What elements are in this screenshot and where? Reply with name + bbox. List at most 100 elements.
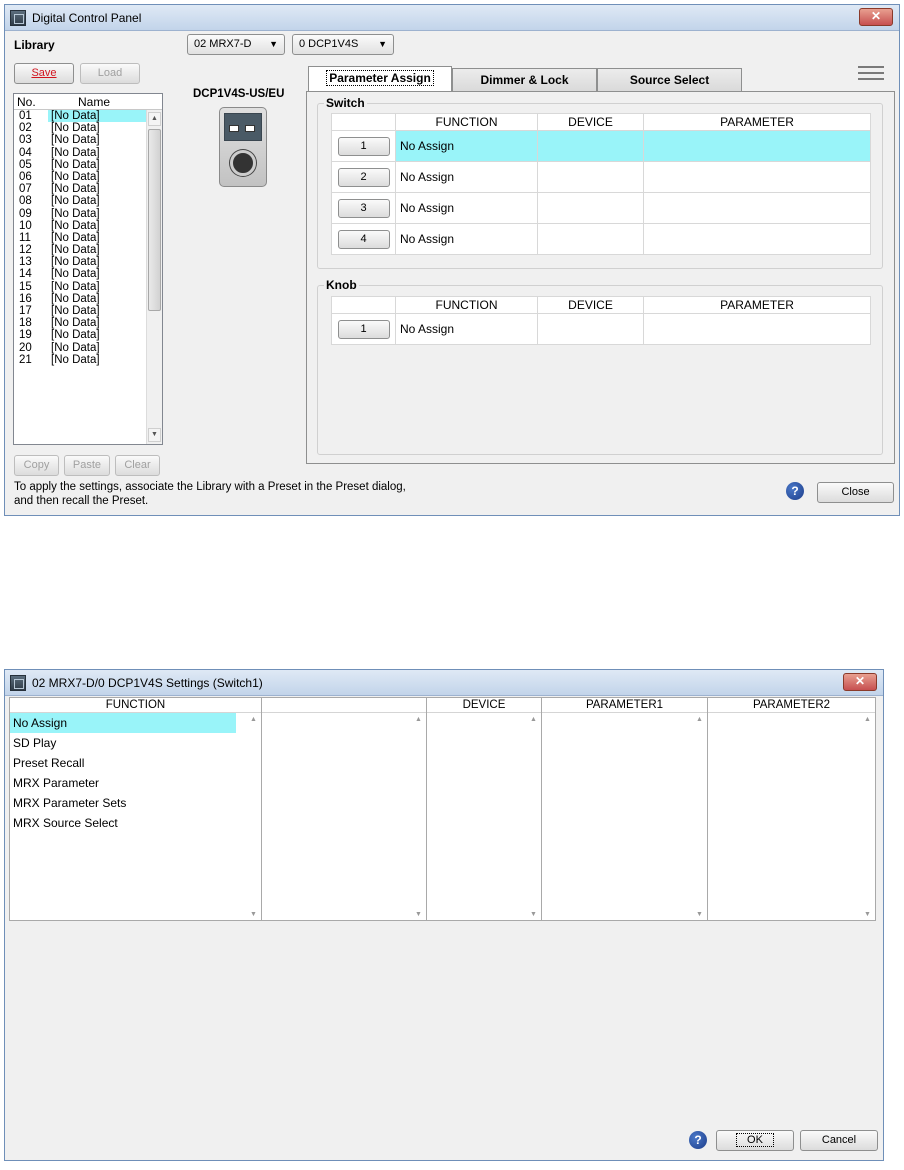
help-icon[interactable]: ? <box>786 482 804 500</box>
list-item[interactable]: 14 [No Data] <box>14 268 162 280</box>
close-button[interactable]: Close <box>817 482 894 503</box>
clear-button[interactable]: Clear <box>115 455 160 476</box>
parameter-cell[interactable] <box>643 192 871 224</box>
list-item[interactable]: MRX Source Select <box>10 813 261 833</box>
tab-parameter-assign[interactable]: Parameter Assign <box>308 66 452 92</box>
load-button[interactable]: Load <box>80 63 140 84</box>
list-item[interactable]: 07 [No Data] <box>14 183 162 195</box>
parameter2-column[interactable]: PARAMETER2 ▲ ▼ <box>707 697 876 921</box>
library-rows: 01 [No Data] 02 [No Data] 03 [No Data] 04 [No D… <box>14 110 162 366</box>
table-row[interactable]: 1 No Assign <box>331 313 871 345</box>
list-item[interactable]: MRX Parameter <box>10 773 261 793</box>
switch-button[interactable]: 3 <box>337 198 390 218</box>
scroll-up-icon[interactable]: ▲ <box>148 112 161 126</box>
table-row[interactable]: 2 No Assign <box>331 161 871 193</box>
list-item[interactable]: 16 [No Data] <box>14 293 162 305</box>
table-row[interactable]: 3 No Assign <box>331 192 871 224</box>
device-cell[interactable] <box>537 313 644 345</box>
function-cell[interactable]: No Assign <box>395 130 538 162</box>
device-cell[interactable] <box>537 161 644 193</box>
list-item[interactable]: 09 [No Data] <box>14 208 162 220</box>
list-item[interactable]: 05 [No Data] <box>14 159 162 171</box>
button-cell: 4 <box>331 223 396 255</box>
list-item-name: [No Data] <box>51 353 100 366</box>
list-item[interactable]: 03 [No Data] <box>14 134 162 146</box>
list-item[interactable]: No Assign <box>10 713 236 733</box>
list-item[interactable]: MRX Parameter Sets <box>10 793 261 813</box>
list-item[interactable]: 20 [No Data] <box>14 342 162 354</box>
list-item[interactable]: 10 [No Data] <box>14 220 162 232</box>
function-cell[interactable]: No Assign <box>395 223 538 255</box>
function-column[interactable]: FUNCTION No Assign SD Play Preset Recall MR… <box>9 697 262 921</box>
table-row[interactable]: 4 No Assign <box>331 223 871 255</box>
list-item[interactable]: SD Play <box>10 733 261 753</box>
cancel-button[interactable]: Cancel <box>800 1130 878 1151</box>
list-item[interactable]: 12 [No Data] <box>14 244 162 256</box>
parameter-cell[interactable] <box>643 223 871 255</box>
device-column[interactable]: DEVICE ▲ ▼ <box>426 697 542 921</box>
sub-function-column[interactable]: ▲ ▼ <box>261 697 427 921</box>
menu-icon[interactable] <box>858 66 884 82</box>
help-icon[interactable]: ? <box>689 1131 707 1149</box>
panel-dropdown[interactable]: 0 DCP1V4S ▼ <box>292 34 394 55</box>
function-cell[interactable]: No Assign <box>395 192 538 224</box>
parameter-cell[interactable] <box>643 130 871 162</box>
device-panel-graphic <box>224 113 262 141</box>
scroll-down-icon[interactable]: ▼ <box>148 428 161 442</box>
scroll-up-icon[interactable]: ▲ <box>527 716 540 723</box>
save-button[interactable]: Save <box>14 63 74 84</box>
list-item[interactable]: 21 [No Data] <box>14 354 162 366</box>
close-window-button[interactable]: ✕ <box>859 8 893 26</box>
list-item[interactable]: Preset Recall <box>10 753 261 773</box>
switch-button[interactable]: 1 <box>337 136 390 156</box>
function-cell[interactable]: No Assign <box>395 161 538 193</box>
table-row[interactable]: 1 No Assign <box>331 130 871 162</box>
tab-source-select[interactable]: Source Select <box>597 68 742 92</box>
device-cell[interactable] <box>537 130 644 162</box>
paste-button[interactable]: Paste <box>64 455 110 476</box>
scroll-down-icon[interactable]: ▼ <box>693 911 706 918</box>
list-item-no: 05 <box>19 158 32 171</box>
parameter-cell[interactable] <box>643 161 871 193</box>
list-item[interactable]: 19 [No Data] <box>14 329 162 341</box>
list-item[interactable]: 13 [No Data] <box>14 256 162 268</box>
tab-dimmer-lock[interactable]: Dimmer & Lock <box>452 68 597 92</box>
device-cell[interactable] <box>537 192 644 224</box>
list-item[interactable]: 08 [No Data] <box>14 195 162 207</box>
switch-button[interactable]: 2 <box>337 167 390 187</box>
library-list[interactable]: No. Name 01 [No Data] 02 [No Data] 03 [No Dat… <box>13 93 163 445</box>
scroll-down-icon[interactable]: ▼ <box>247 911 260 918</box>
list-item[interactable]: 18 [No Data] <box>14 317 162 329</box>
list-item[interactable]: 17 [No Data] <box>14 305 162 317</box>
list-header-no: No. <box>17 95 36 109</box>
library-scrollbar[interactable]: ▲ ▼ <box>146 110 162 444</box>
list-item[interactable]: 06 [No Data] <box>14 171 162 183</box>
list-item[interactable]: 15 [No Data] <box>14 281 162 293</box>
copy-button[interactable]: Copy <box>14 455 59 476</box>
switch-button[interactable]: 4 <box>337 229 390 249</box>
device-cell[interactable] <box>537 223 644 255</box>
scroll-down-icon[interactable]: ▼ <box>861 911 874 918</box>
scroll-up-icon[interactable]: ▲ <box>412 716 425 723</box>
device-dropdown[interactable]: 02 MRX7-D ▼ <box>187 34 285 55</box>
scroll-down-icon[interactable]: ▼ <box>527 911 540 918</box>
scroll-up-icon[interactable]: ▲ <box>861 716 874 723</box>
list-item[interactable]: 11 [No Data] <box>14 232 162 244</box>
scroll-down-icon[interactable]: ▼ <box>412 911 425 918</box>
close-settings-button[interactable]: ✕ <box>843 673 877 691</box>
scroll-up-icon[interactable]: ▲ <box>693 716 706 723</box>
list-item[interactable]: 01 [No Data] <box>14 110 162 122</box>
knob-button[interactable]: 1 <box>337 319 390 339</box>
list-item[interactable]: 02 [No Data] <box>14 122 162 134</box>
scroll-thumb[interactable] <box>148 129 161 311</box>
parameter1-column[interactable]: PARAMETER1 ▲ ▼ <box>541 697 708 921</box>
list-item[interactable]: 04 [No Data] <box>14 147 162 159</box>
switch-table-body: 1 No Assign 2 No Assign 3 No Assign 4 No Assign <box>331 130 871 255</box>
function-cell[interactable]: No Assign <box>395 313 538 345</box>
scroll-up-icon[interactable]: ▲ <box>247 716 260 723</box>
settings-title-bar[interactable]: 02 MRX7-D/0 DCP1V4S Settings (Switch1) ✕ <box>5 670 883 696</box>
ok-button[interactable]: OK <box>716 1130 794 1151</box>
title-bar[interactable]: Digital Control Panel ✕ <box>5 5 899 31</box>
list-item-name: [No Data] <box>48 110 146 122</box>
parameter-cell[interactable] <box>643 313 871 345</box>
